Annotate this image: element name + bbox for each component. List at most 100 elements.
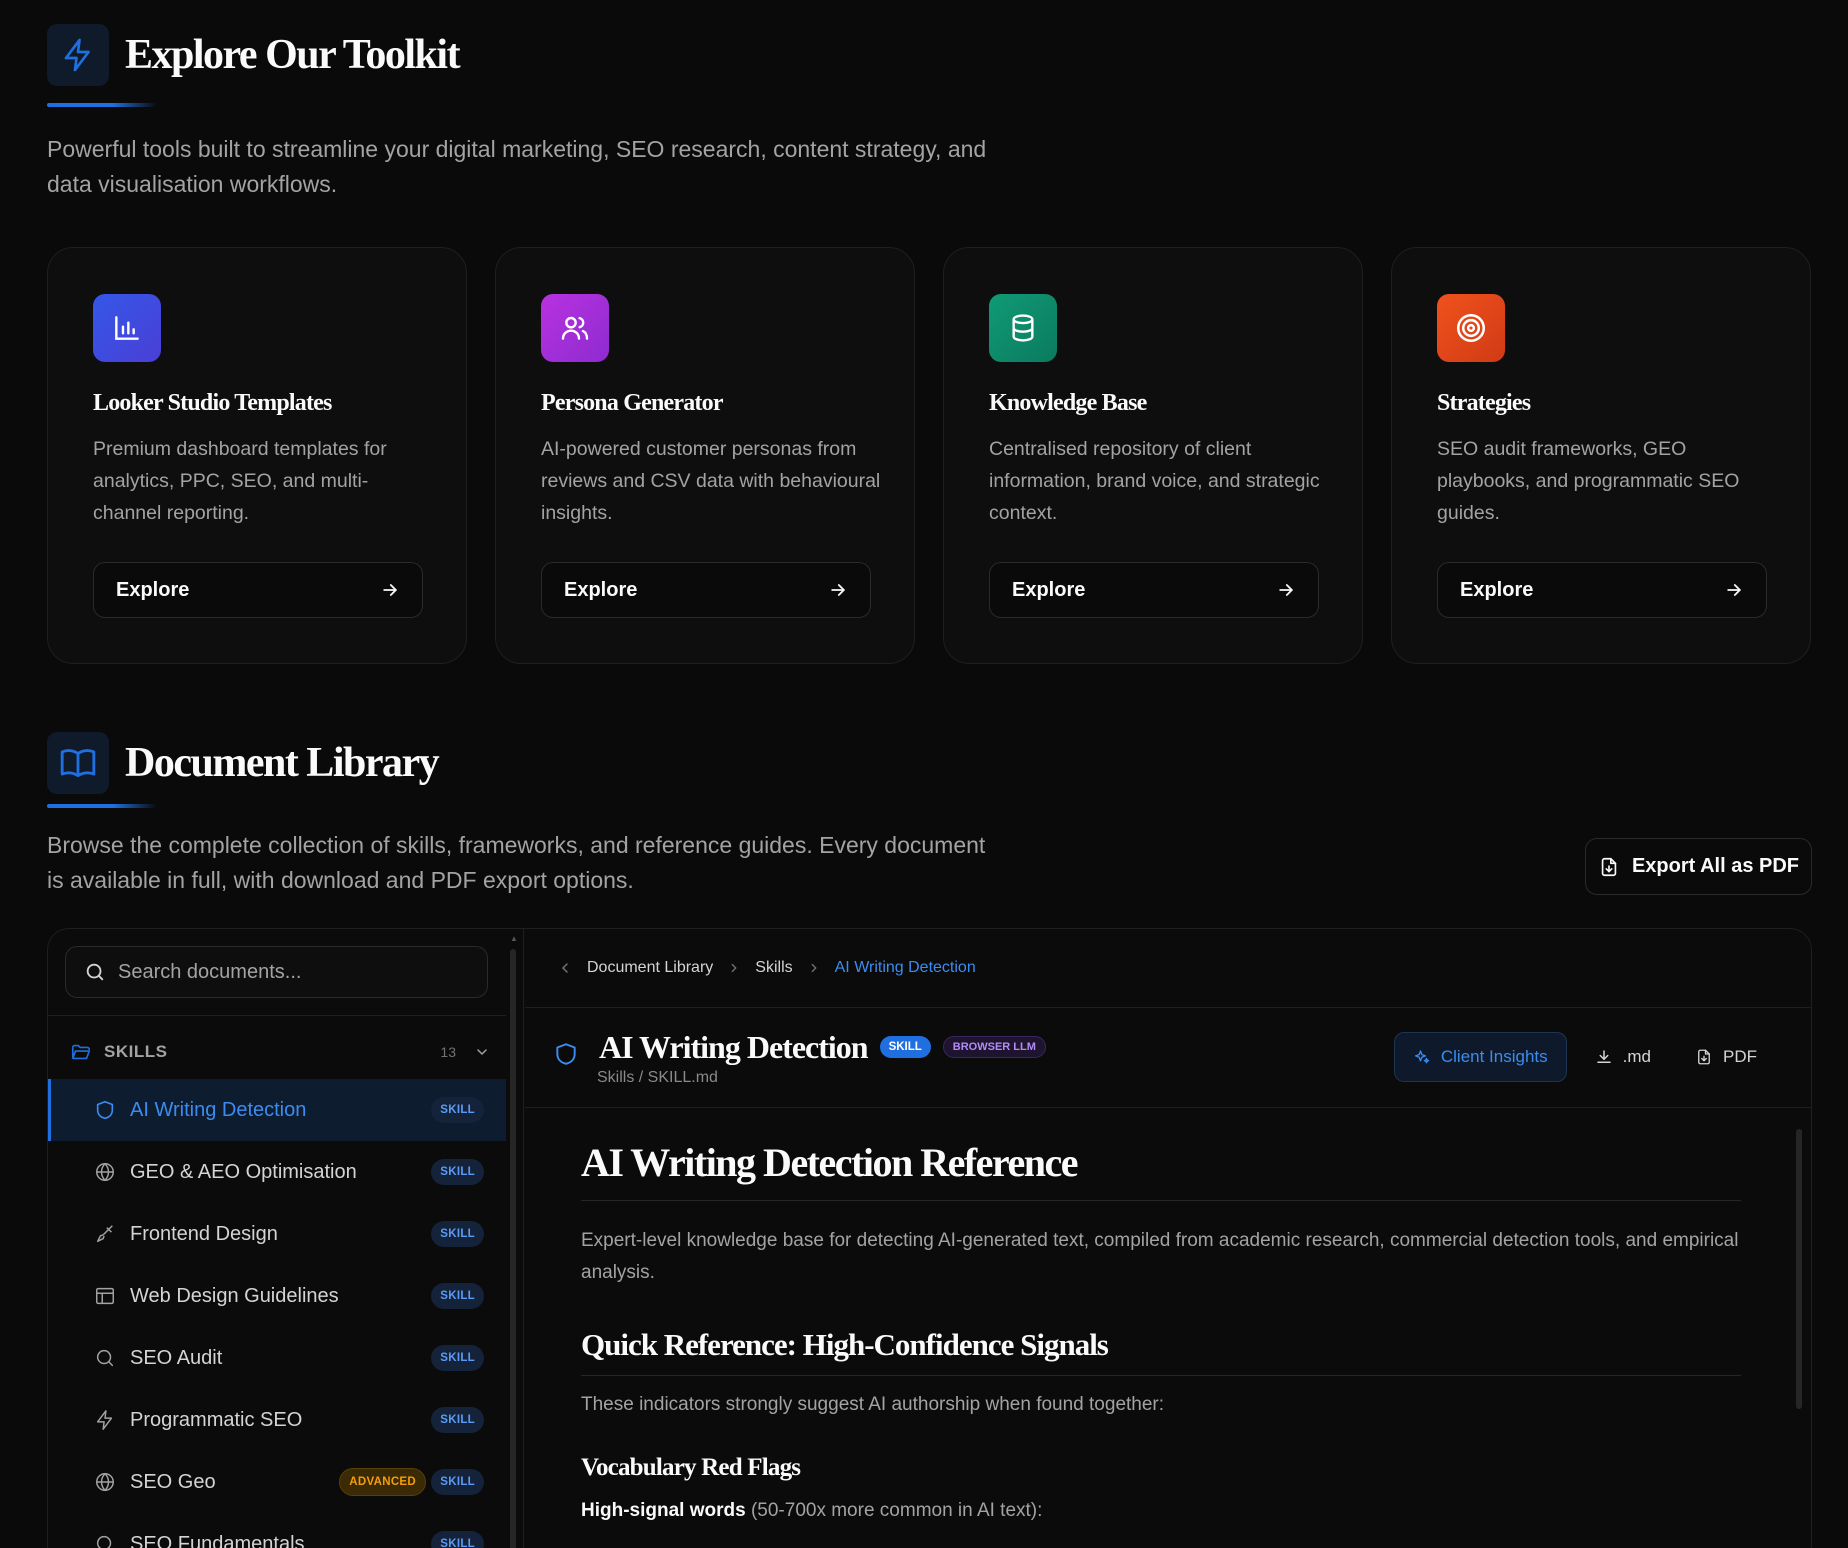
folder-open-icon [71,1044,91,1060]
download-icon [1596,1050,1611,1063]
arrow-right-icon [1727,584,1741,596]
sidebar-scrollbar[interactable] [510,949,516,1548]
item-name: SEO Audit [130,1346,223,1369]
card-description: AI-powered customer personas from review… [541,438,881,524]
item-name: Frontend Design [130,1222,278,1245]
card-title: Strategies [1437,390,1531,416]
skill-badge: SKILL [431,1097,484,1123]
explore-label: Explore [116,578,190,601]
item-name: Programmatic SEO [130,1408,303,1431]
card-persona-generator: Persona Generator AI-powered customer pe… [495,247,915,664]
card-title: Looker Studio Templates [93,390,332,416]
sidebar-item-seo-fundamentals[interactable]: SEO Fundamentals SKILL [48,1513,506,1548]
breadcrumb-current: AI Writing Detection [834,959,976,976]
sidebar-item-geo-aeo-optimisation[interactable]: GEO & AEO Optimisation SKILL [48,1141,506,1203]
card-description: Premium dashboard templates for analytic… [93,438,387,524]
card-title: Persona Generator [541,390,723,416]
explore-button[interactable]: Explore [989,562,1319,618]
document-heading: AI Writing Detection Reference [581,1139,1741,1201]
users-icon [541,294,609,362]
explore-label: Explore [564,578,638,601]
document-scrollbar[interactable] [1796,1129,1802,1409]
explore-label: Explore [1012,578,1086,601]
item-name: AI Writing Detection [130,1098,307,1121]
sidebar-item-frontend-design[interactable]: Frontend Design SKILL [48,1203,506,1265]
search-icon [96,1349,114,1367]
sidebar-item-ai-writing-detection[interactable]: AI Writing Detection SKILL [48,1079,506,1141]
document-actions: Client Insights .md PDF [1393,1032,1773,1082]
section-heading: Quick Reference: High-Confidence Signals [581,1327,1741,1376]
search-icon [86,963,104,981]
shield-icon [96,1100,114,1120]
library-sidebar: SKILLS 13 AI Writing Detection SKILL GEO… [48,929,524,1548]
skill-badge: SKILL [431,1221,484,1247]
export-label: Export All as PDF [1631,855,1800,877]
chevron-left-icon[interactable] [557,960,573,976]
explore-button[interactable]: Explore [93,562,423,618]
chevron-down-icon[interactable] [474,1044,490,1060]
brush-icon [96,1225,113,1243]
bold-lead: High-signal words [581,1500,746,1521]
document-header: AI Writing Detection SKILL BROWSER LLM [553,1027,1046,1067]
explore-label: Explore [1460,578,1534,601]
sidebar-item-web-design-guidelines[interactable]: Web Design Guidelines SKILL [48,1265,506,1327]
scroll-up-arrow[interactable]: ▲ [510,934,518,943]
group-header-skills[interactable]: SKILLS 13 [70,1041,490,1063]
card-knowledge-base: Knowledge Base Centralised repository of… [943,247,1363,664]
export-all-pdf-button[interactable]: Export All as PDF [1585,838,1812,895]
search-input[interactable] [118,960,458,984]
subsection-heading: Vocabulary Red Flags [581,1454,801,1481]
sparkles-icon [1414,1050,1430,1064]
card-looker-studio-templates: Looker Studio Templates Premium dashboar… [47,247,467,664]
md-label: .md [1622,1047,1651,1066]
target-icon [1437,294,1505,362]
skill-badge: SKILL [879,1036,931,1058]
explore-button[interactable]: Explore [541,562,871,618]
item-name: Web Design Guidelines [130,1284,339,1307]
lightning-icon [47,24,109,86]
toolkit-cards: Looker Studio Templates Premium dashboar… [47,247,1811,664]
pdf-label: PDF [1723,1047,1757,1066]
card-description: Centralised repository of client informa… [989,438,1320,524]
skill-badge: SKILL [431,1469,484,1495]
browser-llm-badge: BROWSER LLM [942,1036,1046,1058]
sidebar-divider [48,1015,506,1016]
breadcrumb-divider [525,1007,1811,1008]
header-divider [525,1107,1811,1108]
layout-icon [96,1287,114,1305]
pdf-button[interactable]: PDF [1679,1032,1773,1082]
database-icon [989,294,1057,362]
document-title: AI Writing Detection [599,1028,869,1065]
search-box[interactable] [65,946,488,998]
skill-badge: SKILL [431,1407,484,1433]
card-strategies: Strategies SEO audit frameworks, GEO pla… [1391,247,1811,664]
breadcrumb-document-library[interactable]: Document Library [587,959,713,977]
zap-icon [96,1410,113,1430]
search-icon [96,1535,112,1548]
library-description: Browse the complete collection of skills… [47,832,986,893]
item-name: GEO & AEO Optimisation [130,1160,357,1183]
sidebar-item-seo-audit[interactable]: SEO Audit SKILL [48,1327,506,1389]
library-underline [47,804,157,808]
card-title: Knowledge Base [989,390,1147,416]
library-title: Document Library [125,740,440,786]
item-name: SEO Fundamentals [130,1532,305,1548]
sidebar-item-programmatic-seo[interactable]: Programmatic SEO SKILL [48,1389,506,1451]
client-insights-button[interactable]: Client Insights [1393,1032,1567,1082]
library-panel: SKILLS 13 AI Writing Detection SKILL GEO… [47,928,1812,1548]
file-download-icon [1601,857,1617,876]
lead-rest: (50-700x more common in AI text): [745,1500,1043,1521]
breadcrumb-skills[interactable]: Skills [755,959,792,977]
item-name: SEO Geo [130,1470,216,1493]
skill-badge: SKILL [431,1159,484,1185]
globe-icon [96,1472,114,1492]
document-viewer: Document Library Skills AI Writing Detec… [525,929,1811,1548]
explore-button[interactable]: Explore [1437,562,1767,618]
subsection-paragraph: High-signal words (50-700x more common i… [581,1500,1741,1522]
section-paragraph: These indicators strongly suggest AI aut… [581,1394,1165,1415]
skill-badge: SKILL [431,1283,484,1309]
skill-badge: SKILL [431,1345,484,1371]
skill-badge: SKILL [431,1531,484,1548]
sidebar-item-seo-geo[interactable]: SEO Geo ADVANCED SKILL [48,1451,506,1513]
download-md-button[interactable]: .md [1579,1032,1667,1082]
